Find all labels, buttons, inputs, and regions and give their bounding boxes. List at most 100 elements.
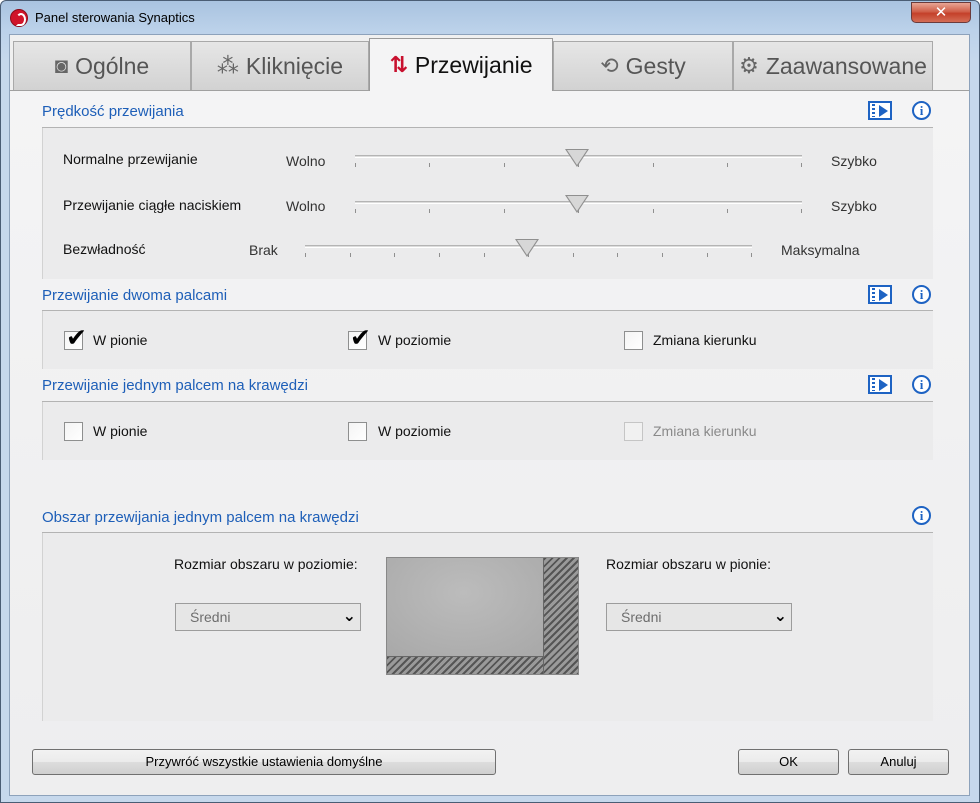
synaptics-window: Panel sterowania Synaptics ✕ ◙ Ogólne ⁂ … xyxy=(0,0,980,803)
chevron-down-icon: ⌄ xyxy=(342,608,356,625)
cancel-button[interactable]: Anuluj xyxy=(848,749,949,775)
slider-tick xyxy=(801,209,802,213)
slider-tick xyxy=(653,163,654,167)
slider-tick xyxy=(751,253,752,257)
slider-tick xyxy=(355,209,356,213)
info-icon[interactable]: i xyxy=(912,101,931,120)
ok-button[interactable]: OK xyxy=(738,749,839,775)
slider-tick xyxy=(727,209,728,213)
slider-tick xyxy=(653,209,654,213)
slider-tick xyxy=(429,209,430,213)
normal-scroll-label: Normalne przewijanie xyxy=(63,151,198,167)
slider-thumb[interactable] xyxy=(565,195,589,213)
video-icon[interactable] xyxy=(868,375,892,394)
close-button[interactable]: ✕ xyxy=(911,2,971,23)
two-finger-reverse-checkbox[interactable] xyxy=(624,331,643,350)
edge-scroll-box xyxy=(42,402,933,460)
edge-horizontal-label: W poziomie xyxy=(378,423,452,439)
scrolling-panel: Prędkość przewijania i Normalne przewija… xyxy=(10,91,969,795)
scroll-arrows-icon: ⇅ xyxy=(389,52,408,77)
tab-gestures[interactable]: ⟲ Gesty xyxy=(553,41,733,90)
checkmark-icon: ✔ xyxy=(66,323,87,352)
scroll-speed-title: Prędkość przewijania xyxy=(42,103,184,120)
two-finger-title: Przewijanie dwoma palcami xyxy=(42,287,228,304)
slider-tick xyxy=(394,253,395,257)
slider-min-label: Wolno xyxy=(286,198,326,214)
edge-reverse-label: Zmiana kierunku xyxy=(653,423,757,439)
slider-tick xyxy=(617,253,618,257)
edge-vertical-checkbox[interactable] xyxy=(64,422,83,441)
gear-icon: ⚙ xyxy=(739,53,759,78)
info-icon[interactable]: i xyxy=(912,506,931,525)
info-icon[interactable]: i xyxy=(912,375,931,394)
dialog-client: ◙ Ogólne ⁂ Kliknięcie ⇅ Przewijanie ⟲ Ge… xyxy=(9,34,970,796)
slider-min-label: Brak xyxy=(249,242,278,258)
slider-tick xyxy=(504,163,505,167)
chevron-down-icon: ⌄ xyxy=(773,608,787,625)
tab-scrolling[interactable]: ⇅ Przewijanie xyxy=(369,38,553,91)
video-icon[interactable] xyxy=(868,101,892,120)
slider-tick xyxy=(429,163,430,167)
slider-max-label: Maksymalna xyxy=(781,242,860,258)
slider-tick xyxy=(305,253,306,257)
pressure-scroll-slider[interactable] xyxy=(355,195,802,217)
edge-horizontal-checkbox[interactable] xyxy=(348,422,367,441)
two-finger-horizontal-checkbox[interactable]: ✔ xyxy=(348,324,371,352)
slider-tick xyxy=(727,163,728,167)
checkmark-icon: ✔ xyxy=(350,323,371,352)
two-finger-vertical-checkbox[interactable]: ✔ xyxy=(64,324,87,352)
horizontal-size-label: Rozmiar obszaru w poziomie: xyxy=(174,556,358,572)
vertical-size-label: Rozmiar obszaru w pionie: xyxy=(606,556,771,572)
tab-label: Ogólne xyxy=(75,52,150,79)
two-finger-vertical-label: W pionie xyxy=(93,332,148,348)
two-finger-horizontal-label: W poziomie xyxy=(378,332,452,348)
horizontal-size-select[interactable]: Średni ⌄ xyxy=(175,603,361,631)
pressure-scroll-label: Przewijanie ciągłe naciskiem xyxy=(63,197,242,213)
slider-tick xyxy=(707,253,708,257)
normal-scroll-slider[interactable] xyxy=(355,149,802,171)
slider-tick xyxy=(801,163,802,167)
edge-reverse-checkbox xyxy=(624,422,643,441)
slider-tick xyxy=(484,253,485,257)
horizontal-scroll-zone xyxy=(387,656,543,674)
tab-click[interactable]: ⁂ Kliknięcie xyxy=(191,41,369,90)
tab-advanced[interactable]: ⚙ Zaawansowane xyxy=(733,41,933,90)
tab-label: Gesty xyxy=(625,52,686,79)
slider-thumb[interactable] xyxy=(565,149,589,167)
touchpad-preview xyxy=(386,557,579,675)
window-title: Panel sterowania Synaptics xyxy=(35,10,195,25)
gesture-icon: ⟲ xyxy=(600,53,619,78)
tab-label: Zaawansowane xyxy=(765,52,927,79)
click-icon: ⁂ xyxy=(216,53,239,78)
edge-vertical-label: W pionie xyxy=(93,423,148,439)
slider-tick xyxy=(350,253,351,257)
slider-tick xyxy=(355,163,356,167)
restore-defaults-button[interactable]: Przywróć wszystkie ustawienia domyślne xyxy=(32,749,496,775)
info-icon[interactable]: i xyxy=(912,285,931,304)
select-value: Średni xyxy=(621,609,662,625)
vertical-scroll-zone xyxy=(543,558,578,674)
tab-label: Przewijanie xyxy=(414,51,533,78)
slider-min-label: Wolno xyxy=(286,153,326,169)
inertia-slider[interactable] xyxy=(305,239,752,261)
select-value: Średni xyxy=(190,609,231,625)
vertical-size-select[interactable]: Średni ⌄ xyxy=(606,603,792,631)
two-finger-box xyxy=(42,311,933,369)
slider-thumb[interactable] xyxy=(515,239,539,257)
title-bar[interactable]: Panel sterowania Synaptics ✕ xyxy=(1,1,979,33)
slider-max-label: Szybko xyxy=(831,153,877,169)
slider-tick xyxy=(662,253,663,257)
edge-area-title: Obszar przewijania jednym palcem na kraw… xyxy=(42,509,359,526)
slider-tick xyxy=(573,253,574,257)
edge-scroll-title: Przewijanie jednym palcem na krawędzi xyxy=(42,377,308,394)
touchpad-icon: ◙ xyxy=(54,53,69,78)
slider-tick xyxy=(439,253,440,257)
slider-max-label: Szybko xyxy=(831,198,877,214)
slider-tick xyxy=(504,209,505,213)
tab-label: Kliknięcie xyxy=(245,52,344,79)
inertia-label: Bezwładność xyxy=(63,241,146,257)
tab-general[interactable]: ◙ Ogólne xyxy=(13,41,191,90)
video-icon[interactable] xyxy=(868,285,892,304)
two-finger-reverse-label: Zmiana kierunku xyxy=(653,332,757,348)
synaptics-logo-icon xyxy=(10,9,28,27)
